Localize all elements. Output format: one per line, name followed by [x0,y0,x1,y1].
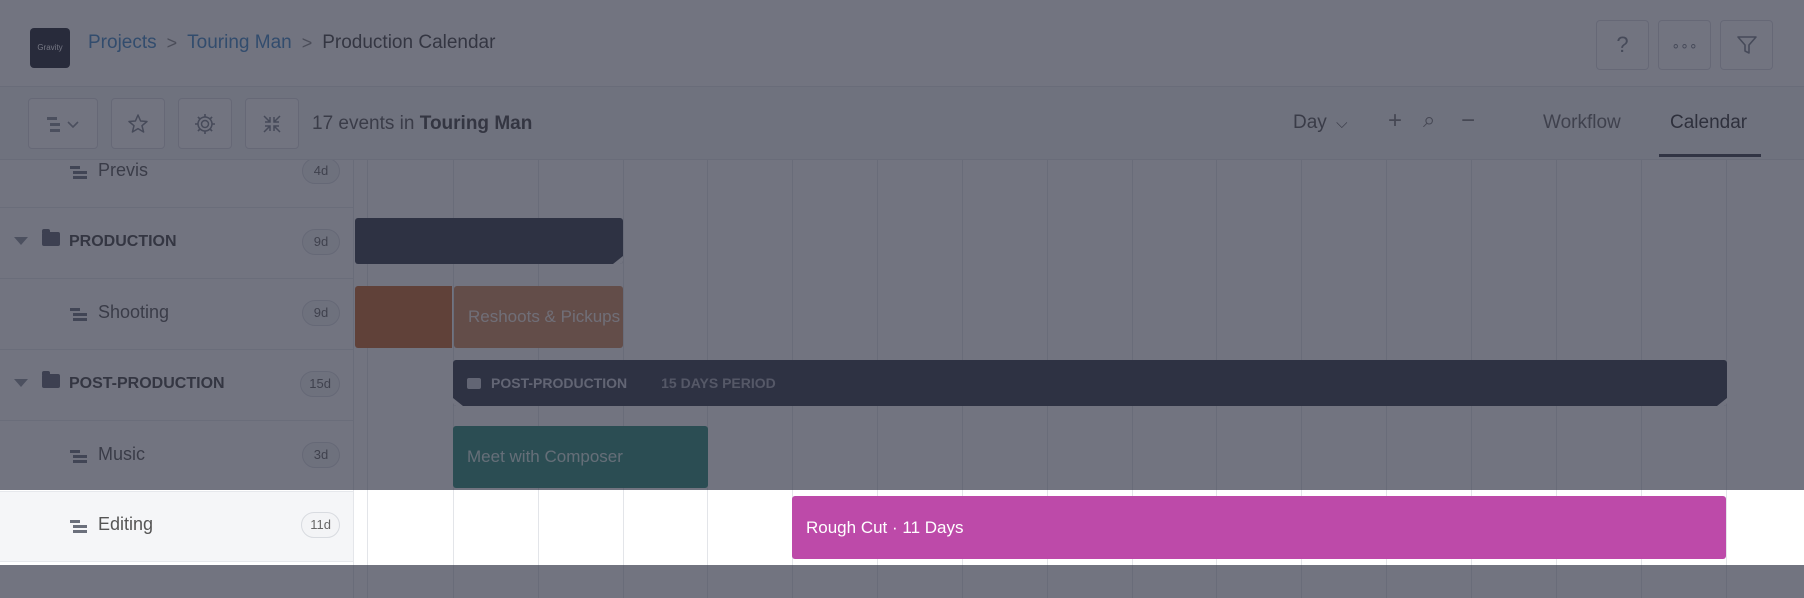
bar-notch [1717,398,1727,406]
production-group-bar[interactable] [355,218,623,264]
zoom-in-button[interactable]: + [1388,107,1402,135]
collapse-button[interactable] [245,98,299,149]
row-label: Previs [98,160,149,180]
row-music[interactable]: Music 3d [0,422,353,492]
chevron-right-icon: > [301,32,313,53]
app-header: Gravity Projects > Touring Man > Product… [0,0,1804,87]
duration-badge: 4d [302,160,340,184]
events-project-name: Touring Man [419,113,533,134]
caret-down-icon[interactable] [14,379,28,387]
row-label: Shooting [98,302,170,322]
event-label: Meet with Composer [467,447,623,466]
row-label: Music [98,444,146,464]
event-label: Reshoots & Pickups [468,307,621,326]
row-label: PRODUCTION [69,233,177,250]
tab-workflow[interactable]: Workflow [1543,112,1621,134]
row-label: Editing [98,514,154,534]
chevron-right-icon: > [166,32,178,53]
composer-event-bar[interactable]: Meet with Composer [453,426,708,488]
caret-down-icon[interactable] [14,237,28,245]
chevron-down-icon: ⌵ [1336,115,1348,132]
scale-value: Day [1293,112,1327,133]
task-stack-icon [70,166,90,182]
filter-button[interactable] [1720,20,1773,70]
folder-icon [467,377,481,389]
settings-button[interactable] [178,98,232,149]
folder-icon [42,371,60,388]
star-icon [128,113,148,133]
row-production[interactable]: PRODUCTION 9d [0,209,353,279]
row-editing[interactable]: Editing 11d [0,492,353,562]
app-logo[interactable]: Gravity [30,28,70,68]
row-previs[interactable]: Previs 4d [0,160,353,208]
task-stack-icon [70,450,90,466]
shooting-event-bar[interactable] [355,286,452,348]
row-shooting[interactable]: Shooting 9d [0,280,353,350]
group-period: 15 DAYS PERIOD [661,375,776,391]
breadcrumb: Projects > Touring Man > Production Cale… [88,32,495,54]
calendar-toolbar: 17 events in Touring Man Day ⌵ + ⌕ − Wor… [0,87,1804,160]
favorites-button[interactable] [111,98,165,149]
hierarchy-icon [47,116,79,132]
calendar-grid: Reshoots & Pickups POST-PRODUCTION 15 DA… [355,160,1804,598]
bar-notch [613,256,623,264]
duration-badge: 9d [302,229,340,255]
post-production-group-bar[interactable]: POST-PRODUCTION 15 DAYS PERIOD [453,360,1727,406]
events-summary: 17 events in Touring Man [312,113,532,135]
filter-icon [1736,36,1757,54]
task-stack-icon [70,308,90,324]
group-label: POST-PRODUCTION [491,375,628,391]
scale-select[interactable]: Day ⌵ [1293,112,1347,134]
bar-notch [453,398,463,406]
row-post-production[interactable]: POST-PRODUCTION 15d [0,351,353,421]
duration-badge: 15d [300,371,340,397]
duration-badge: 9d [302,300,340,326]
breadcrumb-projects-link[interactable]: Projects [88,32,157,54]
gear-icon [195,113,215,134]
collapse-icon [263,114,281,133]
events-count-text: 17 events in [312,113,415,134]
duration-badge: 11d [301,512,340,538]
view-options-button[interactable] [28,98,98,149]
task-stack-icon [70,520,90,536]
event-label: Rough Cut · 11 Days [806,517,964,537]
breadcrumb-project-link[interactable]: Touring Man [187,32,292,54]
folder-icon [42,229,60,246]
duration-badge: 3d [302,442,340,468]
tab-calendar[interactable]: Calendar [1670,112,1747,134]
active-tab-indicator [1659,154,1761,157]
more-icon: ∘∘∘ [1671,36,1698,53]
rough-cut-event-bar[interactable]: Rough Cut · 11 Days [792,496,1726,559]
page-title: Production Calendar [322,32,496,53]
more-button[interactable]: ∘∘∘ [1658,20,1711,70]
help-icon: ? [1616,32,1629,57]
help-button[interactable]: ? [1596,20,1649,70]
zoom-out-button[interactable]: − [1461,107,1475,135]
row-list: Previs 4d PRODUCTION 9d Shooting 9d POST… [0,160,354,598]
zoom-reset-button[interactable]: ⌕ [1423,107,1435,133]
reshoots-event-bar[interactable]: Reshoots & Pickups [454,286,623,348]
row-label: POST-PRODUCTION [69,375,225,392]
